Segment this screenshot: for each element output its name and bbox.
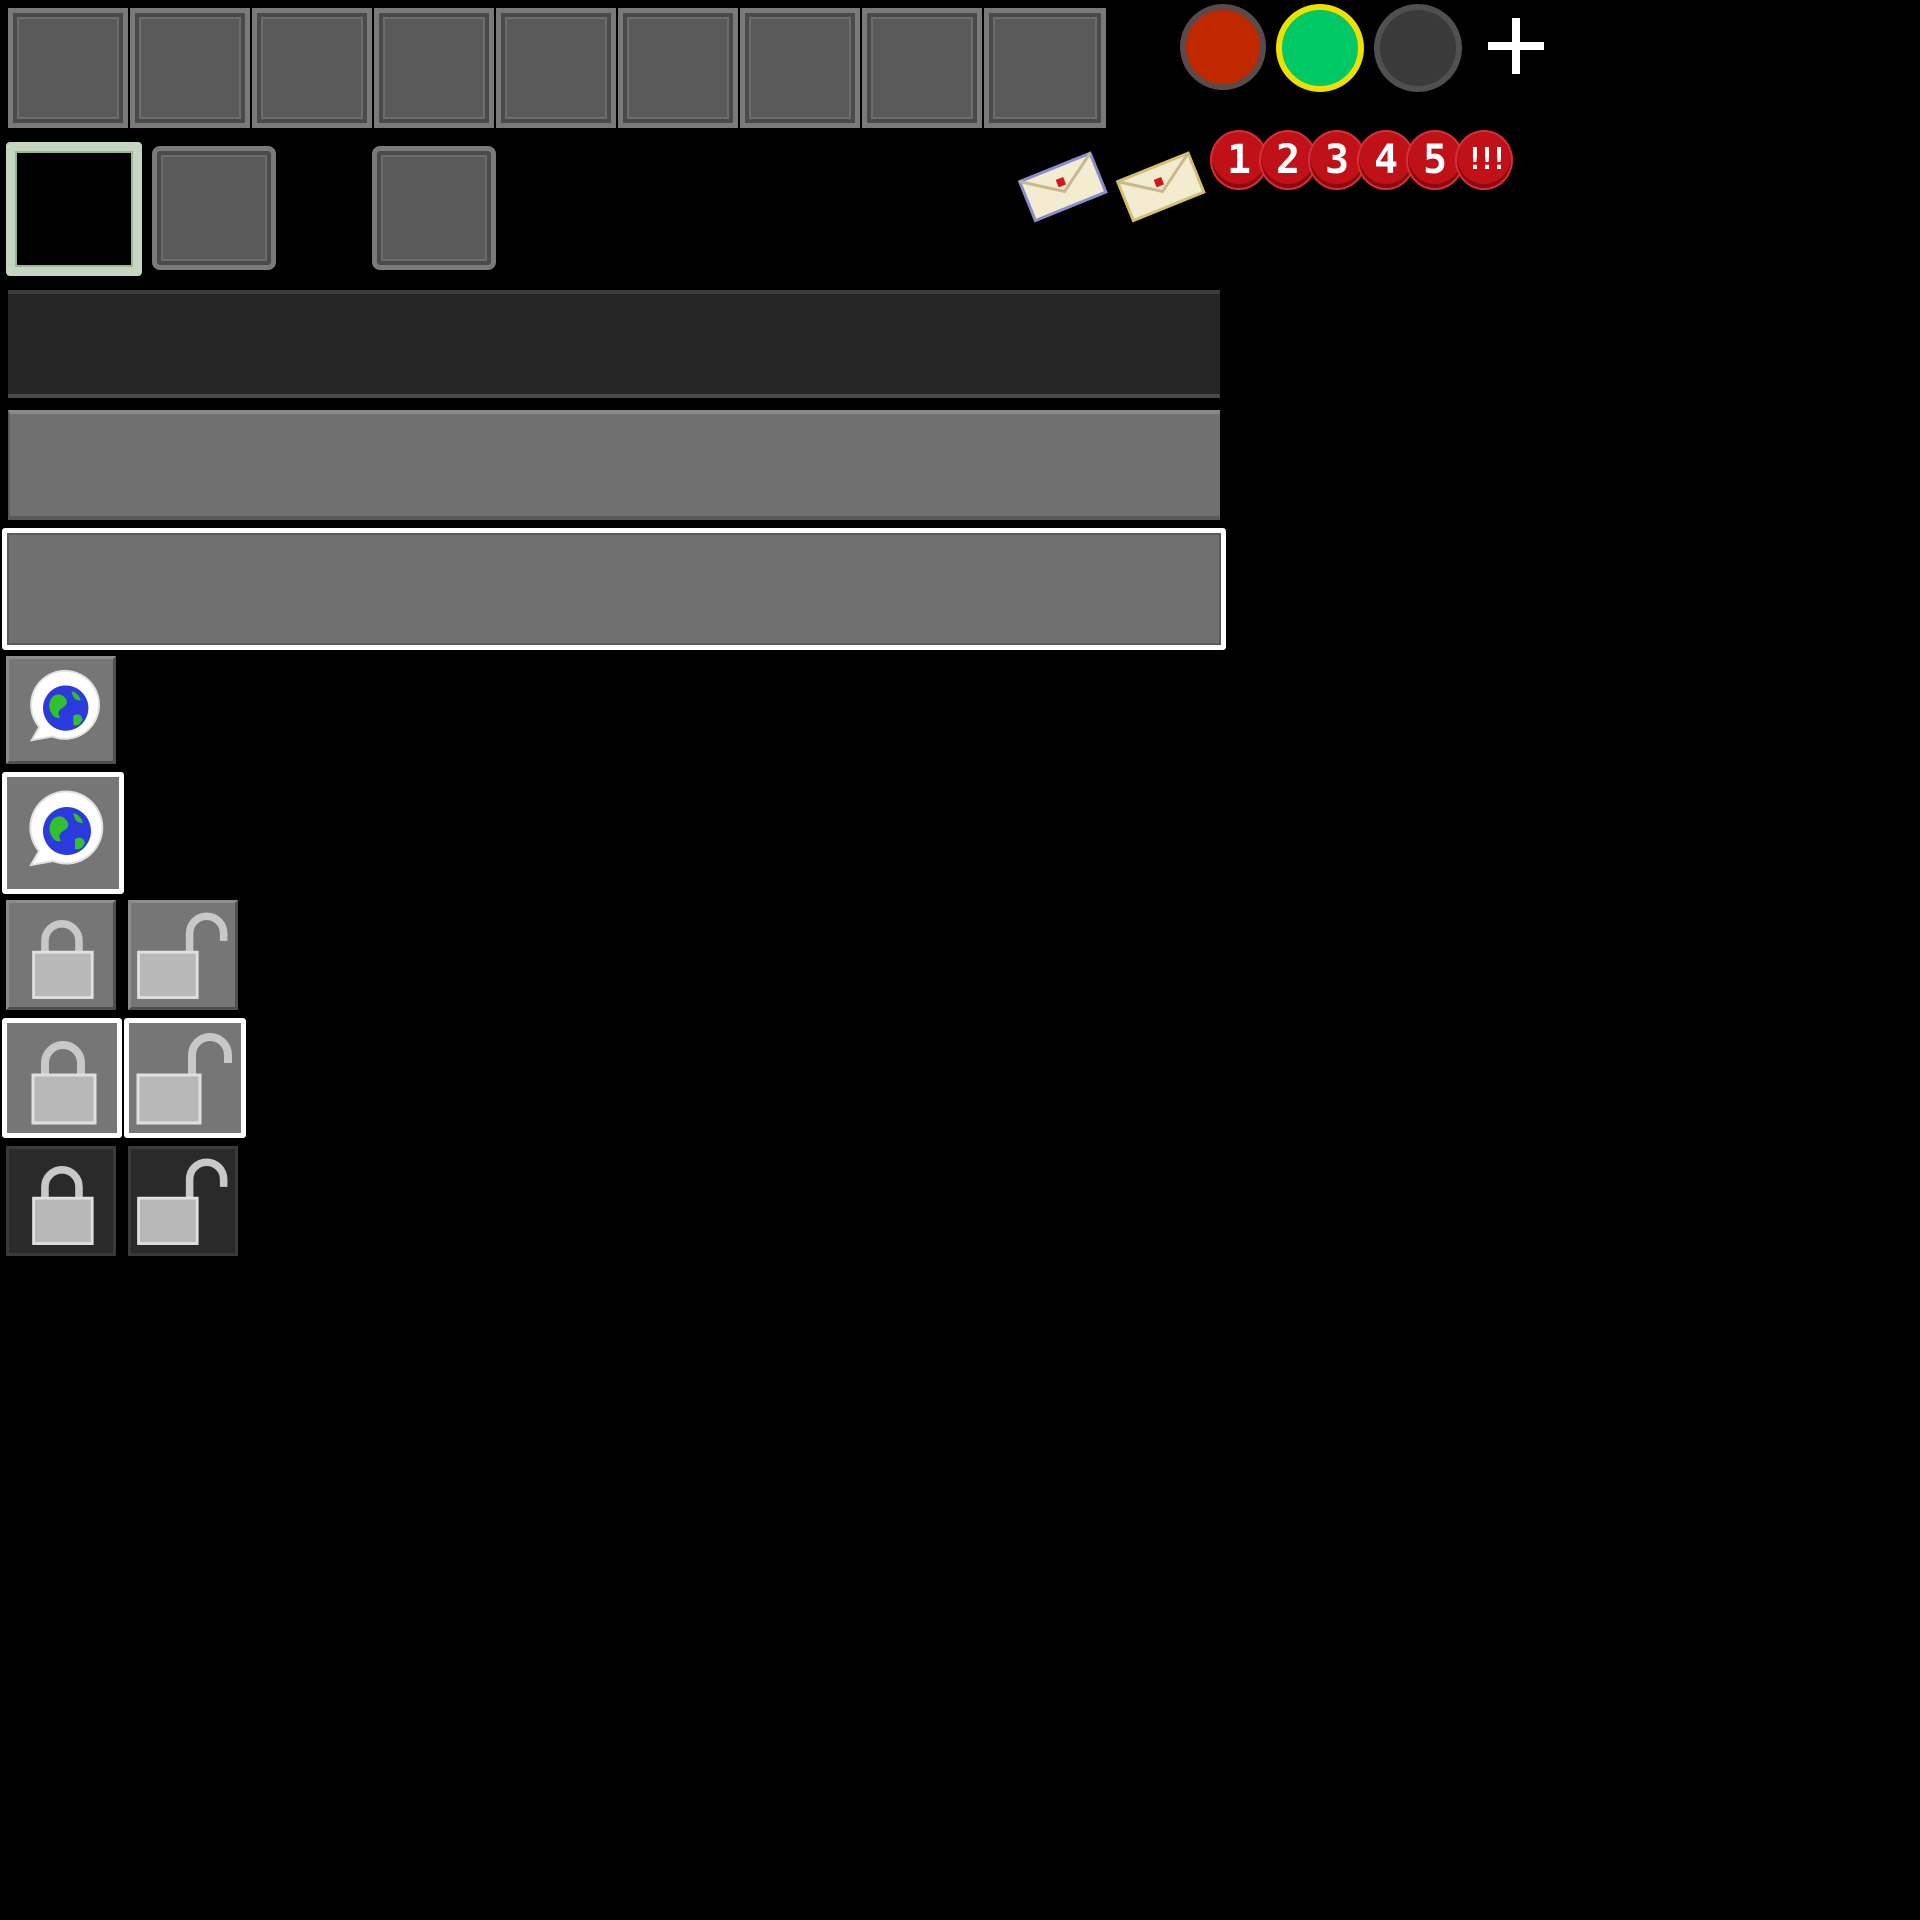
inventory-slot[interactable] [372,146,496,270]
hotbar-slot[interactable] [984,8,1106,128]
envelope-icon[interactable] [1112,146,1208,224]
hotbar-slot[interactable] [862,8,982,128]
unlock-button-disabled[interactable] [128,1146,238,1256]
hotbar-slot[interactable] [618,8,738,128]
globe-chat-button-hover[interactable] [2,772,124,894]
globe-chat-icon [29,669,101,742]
inventory-slot[interactable] [152,146,276,270]
lock-closed-icon [32,1166,94,1245]
lock-open-icon [136,1033,232,1125]
badge-2: 2 [1261,132,1315,188]
hotbar-slot[interactable] [496,8,616,128]
status-circle-green[interactable] [1276,4,1364,92]
lock-button-hover[interactable] [2,1018,122,1138]
hotbar-slot[interactable] [252,8,372,128]
badge-3: 3 [1310,132,1364,188]
badge-4: 4 [1359,132,1413,188]
wide-button[interactable] [8,410,1220,520]
status-circle-red[interactable] [1180,4,1266,90]
lock-closed-icon [32,920,94,999]
selected-slot[interactable] [6,142,142,276]
unlock-button-hover[interactable] [124,1018,246,1138]
text-field-dark[interactable] [8,290,1220,398]
envelope-icon[interactable] [1014,146,1110,224]
hotbar-slot[interactable] [740,8,860,128]
badge-alert: !!! [1457,132,1511,188]
globe-chat-button[interactable] [6,656,116,764]
hotbar-slot[interactable] [374,8,494,128]
lock-open-icon [137,1158,228,1245]
status-circle-gray[interactable] [1374,4,1462,92]
lock-button-disabled[interactable] [6,1146,116,1256]
globe-chat-icon [29,790,104,867]
plus-icon[interactable] [1486,16,1546,76]
badge-5: 5 [1408,132,1462,188]
unlock-button[interactable] [128,900,238,1010]
lock-button[interactable] [6,900,116,1010]
lock-open-icon [137,912,228,999]
hotbar-slot[interactable] [130,8,250,128]
badge-1: 1 [1212,132,1266,188]
lock-closed-icon [31,1041,97,1125]
wide-button-hover[interactable] [2,528,1226,650]
hotbar-slot[interactable] [8,8,128,128]
